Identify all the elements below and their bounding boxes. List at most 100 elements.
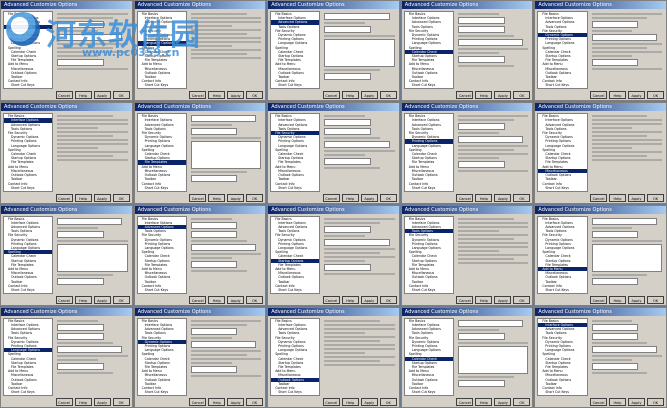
text-area[interactable] [57,243,128,272]
apply-button[interactable]: Apply [227,295,245,304]
apply-button[interactable]: Apply [93,398,111,406]
input-field[interactable] [457,332,505,340]
tree-item[interactable]: Short Cut Keys [538,288,586,292]
ok-button[interactable]: OK [647,91,664,100]
help-button[interactable]: Help [74,91,92,100]
apply-button[interactable]: Apply [628,295,645,304]
tree-item[interactable]: Short Cut Keys [138,390,186,394]
input-field[interactable] [190,365,238,373]
input-field[interactable] [57,345,123,353]
ok-button[interactable]: OK [647,193,664,202]
input-field[interactable] [324,225,371,233]
ok-button[interactable]: OK [246,91,264,100]
input-field[interactable] [190,221,238,229]
ok-button[interactable]: OK [379,193,397,202]
tree-item[interactable]: Short Cut Keys [138,83,186,87]
input-field[interactable] [457,39,524,46]
tree-item[interactable]: Short Cut Keys [538,186,586,190]
text-area[interactable] [190,141,262,170]
input-field[interactable] [57,230,104,238]
cancel-button[interactable]: Cancel [322,295,340,304]
input-field[interactable] [591,59,639,66]
ok-button[interactable]: OK [379,295,397,304]
cancel-button[interactable]: Cancel [189,398,207,406]
input-field[interactable] [457,26,505,33]
help-button[interactable]: Help [475,295,493,304]
input-field[interactable] [457,56,505,63]
input-field[interactable] [190,243,256,251]
input-field[interactable] [57,332,104,340]
cancel-button[interactable]: Cancel [322,398,340,406]
help-button[interactable]: Help [475,398,493,406]
input-field[interactable] [57,323,104,331]
help-button[interactable]: Help [341,295,359,304]
input-field[interactable] [324,263,371,271]
tree-item[interactable]: Short Cut Keys [138,288,186,292]
input-field[interactable] [591,332,639,340]
input-field[interactable] [324,119,371,127]
input-field[interactable] [457,161,505,169]
ok-button[interactable]: OK [112,193,130,202]
options-tree[interactable]: File Basics Interface Options Advanced Opt… [537,11,588,90]
input-field[interactable] [324,238,390,246]
apply-button[interactable]: Apply [494,295,512,304]
help-button[interactable]: Help [609,398,626,406]
input-field[interactable] [57,21,104,28]
cancel-button[interactable]: Cancel [55,295,73,304]
help-button[interactable]: Help [341,91,359,100]
options-tree[interactable]: File Basics Interface Options Advanced Opt… [270,215,321,294]
options-tree[interactable]: File Basics Interface Options Advanced Opt… [136,317,187,396]
tree-item[interactable]: Short Cut Keys [4,186,52,190]
text-area[interactable] [457,345,529,374]
apply-button[interactable]: Apply [227,193,245,202]
ok-button[interactable]: OK [112,91,130,100]
input-field[interactable] [190,340,256,348]
ok-button[interactable]: OK [246,193,264,202]
cancel-button[interactable]: Cancel [590,193,607,202]
help-button[interactable]: Help [74,398,92,406]
input-field[interactable] [57,277,104,285]
apply-button[interactable]: Apply [360,295,378,304]
tree-item[interactable]: Short Cut Keys [405,83,453,87]
input-field[interactable] [190,230,238,238]
input-field[interactable] [324,158,371,166]
help-button[interactable]: Help [208,193,226,202]
options-tree[interactable]: File Basics Interface Options Advanced Opt… [403,317,454,396]
input-field[interactable] [324,26,371,33]
options-tree[interactable]: File Basics Interface Options Advanced Opt… [403,215,454,294]
options-tree[interactable]: File Basics Interface Options Advanced Opt… [537,317,588,396]
tree-item[interactable]: Short Cut Keys [405,186,453,190]
cancel-button[interactable]: Cancel [189,193,207,202]
input-field[interactable] [457,319,524,327]
apply-button[interactable]: Apply [93,193,111,202]
help-button[interactable]: Help [609,91,626,100]
apply-button[interactable]: Apply [360,193,378,202]
cancel-button[interactable]: Cancel [55,398,73,406]
input-field[interactable] [591,345,657,353]
apply-button[interactable]: Apply [494,193,512,202]
tree-item[interactable]: Short Cut Keys [538,83,586,87]
ok-button[interactable]: OK [112,398,130,406]
options-tree[interactable]: File Basics Interface Options Advanced Opt… [136,113,187,192]
input-field[interactable] [190,327,238,335]
input-field[interactable] [324,13,390,20]
apply-button[interactable]: Apply [628,91,645,100]
input-field[interactable] [457,123,505,131]
input-field[interactable] [591,277,639,285]
options-tree[interactable]: File Basics Interface Options Advanced Opt… [136,11,187,90]
apply-button[interactable]: Apply [360,91,378,100]
input-field[interactable] [591,21,639,28]
options-tree[interactable]: File Basics Interface Options Advanced Opt… [3,11,54,90]
help-button[interactable]: Help [475,193,493,202]
input-field[interactable] [57,34,123,41]
tree-item[interactable]: Short Cut Keys [138,186,186,190]
tree-item[interactable]: Short Cut Keys [405,288,453,292]
apply-button[interactable]: Apply [360,398,378,406]
cancel-button[interactable]: Cancel [322,91,340,100]
ok-button[interactable]: OK [647,295,664,304]
input-field[interactable] [57,362,104,370]
apply-button[interactable]: Apply [93,295,111,304]
input-field[interactable] [324,128,371,136]
cancel-button[interactable]: Cancel [456,398,474,406]
help-button[interactable]: Help [208,91,226,100]
